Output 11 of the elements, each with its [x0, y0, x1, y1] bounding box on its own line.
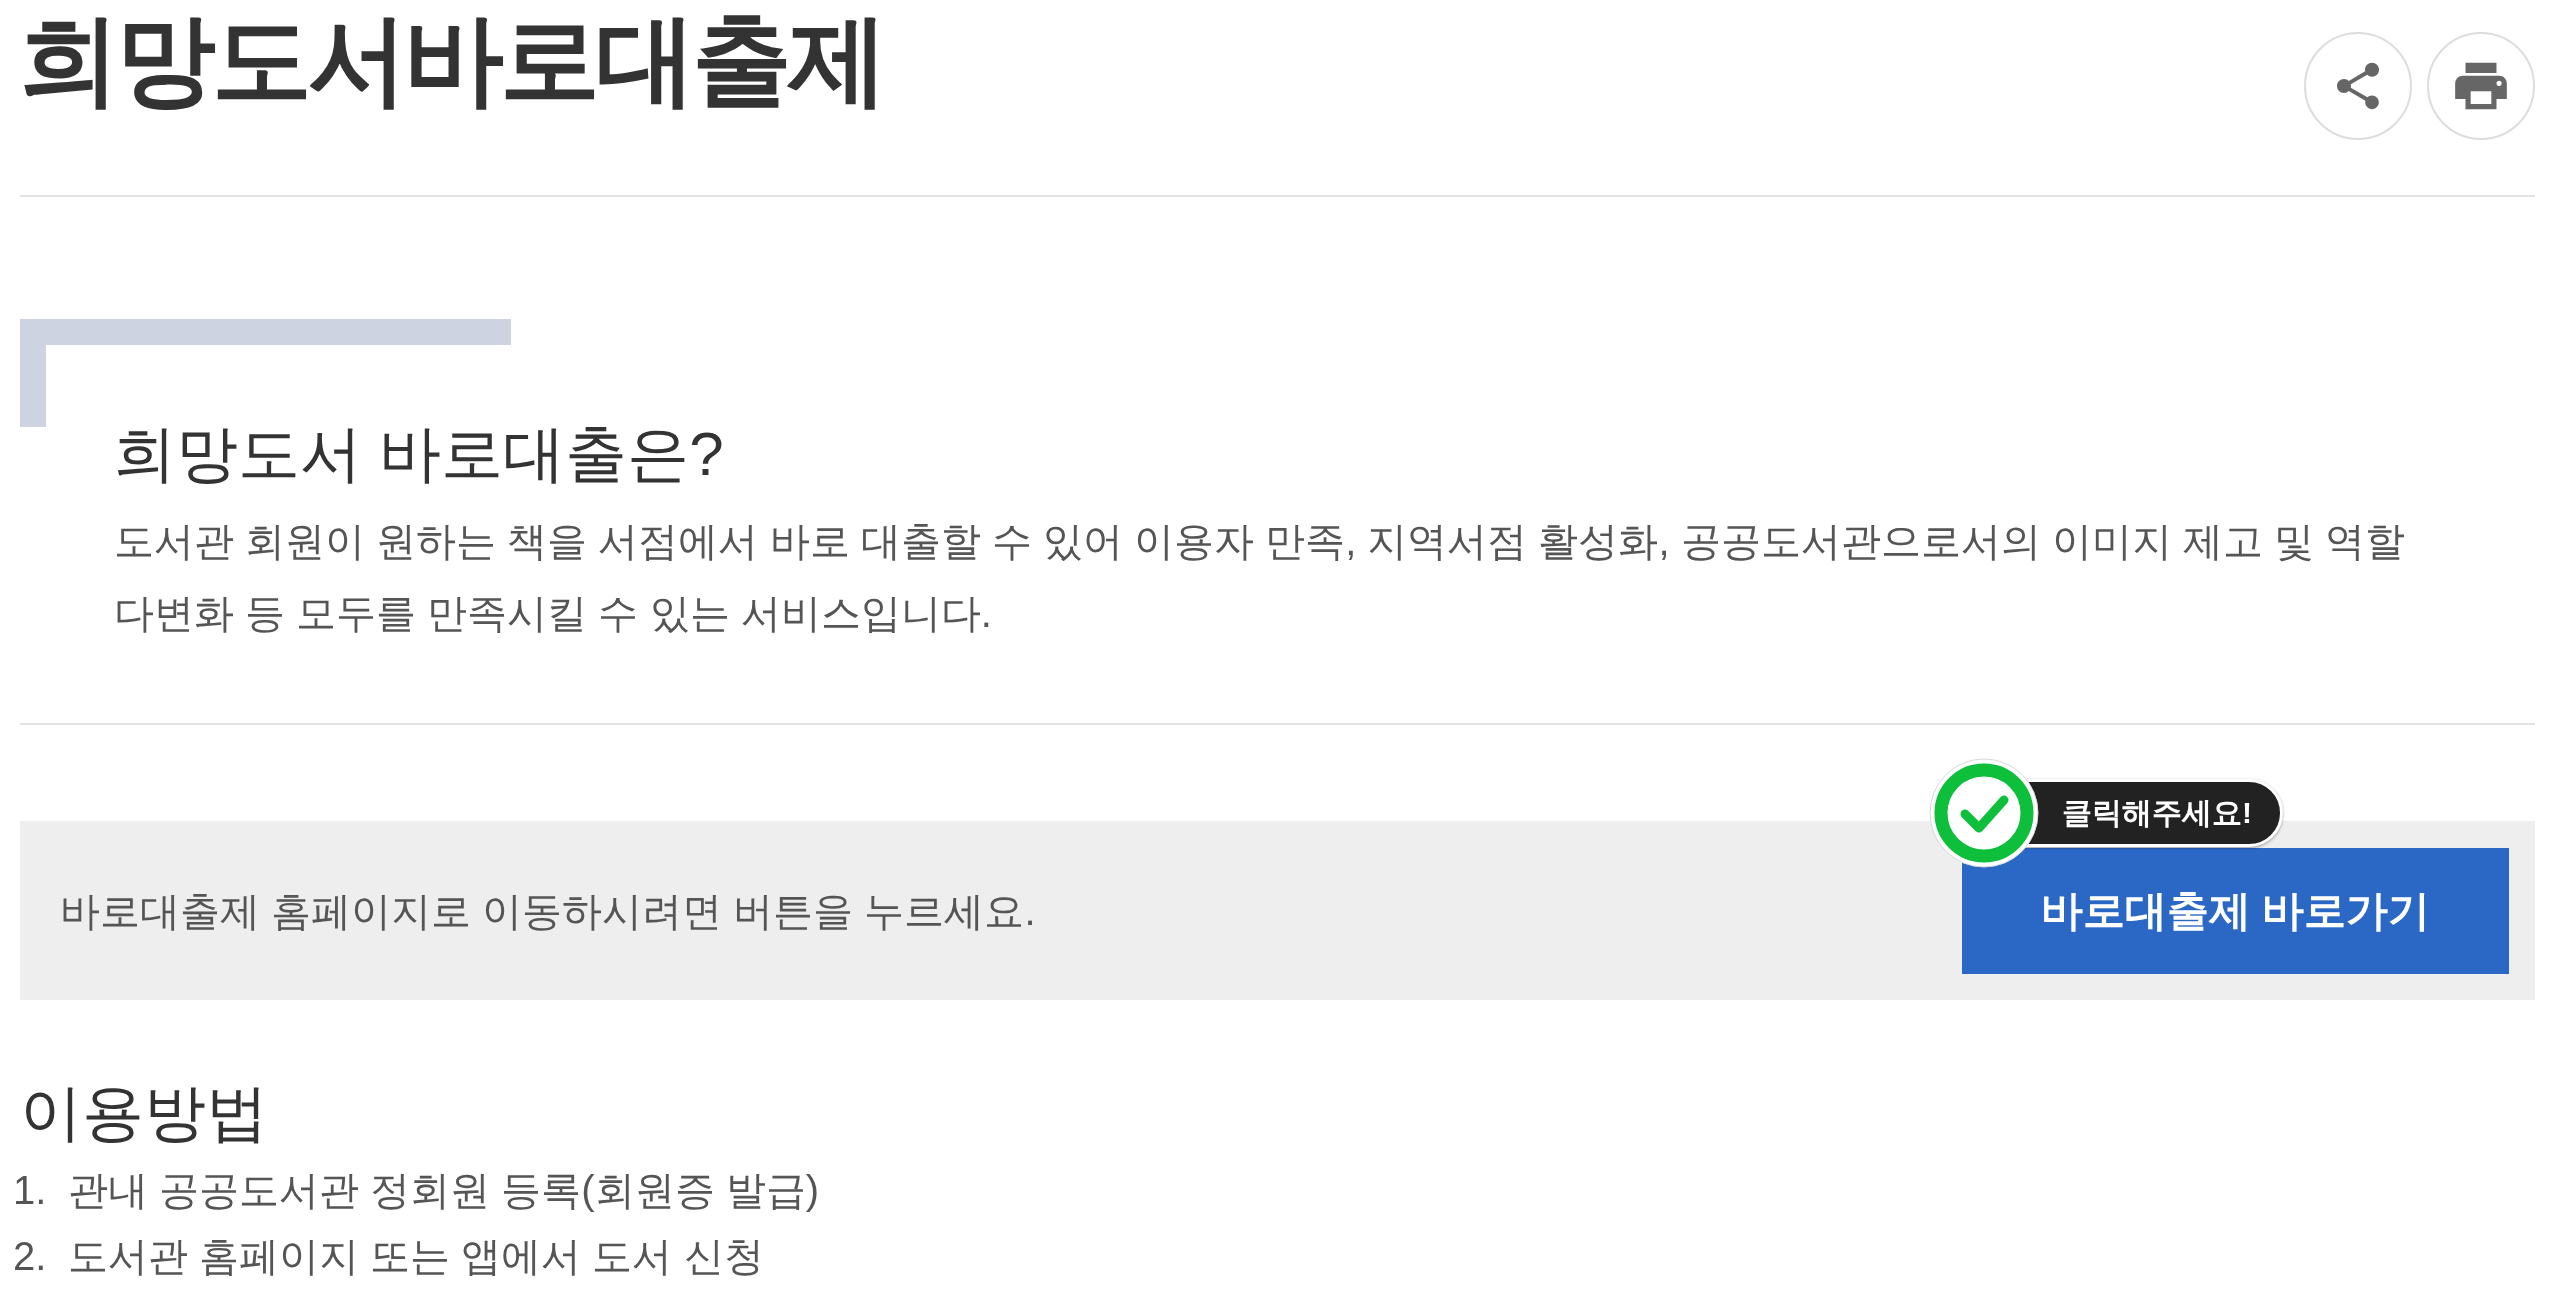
page-title: 희망도서바로대출제 [20, 2, 884, 114]
intro-text: 도서관 회원이 원하는 책을 서점에서 바로 대출할 수 있어 이용자 만족, 지역서점 활성화, 공공도서관으로서의 이미지 제고 및 역할 다변화 등 모두를 만족시킬 수 있는 서비스입니다. [113, 518, 2407, 638]
step-text: 관내 공공도서관 정회원 등록(회원증 발급) [68, 1166, 820, 1214]
shortcut-message: 바로대출제 홈페이지로 이동하시려면 버튼을 누르세요. [60, 887, 1036, 935]
shortcut-button[interactable]: 바로대출제 바로가기 [1962, 847, 2509, 974]
check-badge-icon [1929, 757, 2039, 868]
step-number: 2. [13, 1232, 48, 1280]
step-text: 도서관 홈페이지 또는 앱에서 도서 신청 [68, 1232, 764, 1280]
usage-heading: 이용방법 [20, 1077, 269, 1150]
step-number: 1. [13, 1166, 48, 1214]
intro-heading: 희망도서 바로대출은? [113, 418, 725, 490]
